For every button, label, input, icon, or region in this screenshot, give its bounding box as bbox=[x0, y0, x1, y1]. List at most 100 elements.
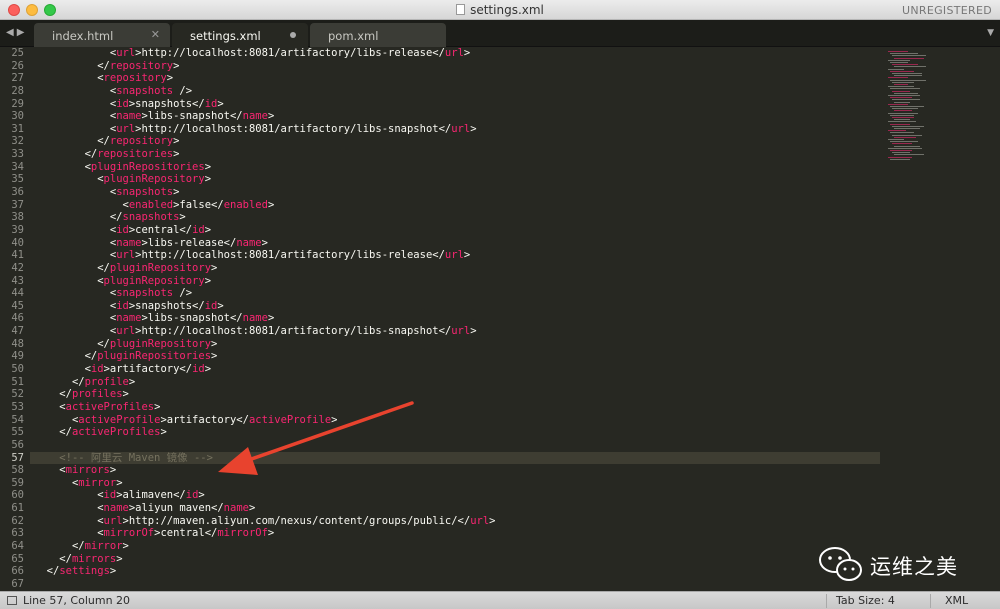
code-line[interactable]: <pluginRepository> bbox=[30, 173, 880, 186]
line-number: 29 bbox=[11, 97, 24, 110]
close-icon[interactable]: ✕ bbox=[151, 28, 160, 41]
minimap-line bbox=[888, 112, 918, 114]
minimap-line bbox=[892, 117, 914, 118]
code-line[interactable]: </pluginRepositories> bbox=[30, 350, 880, 363]
code-line[interactable]: </repository> bbox=[30, 135, 880, 148]
minimap-line bbox=[894, 110, 912, 112]
line-number: 38 bbox=[11, 211, 24, 224]
code-line[interactable]: <id>artifactory</id> bbox=[30, 363, 880, 376]
watermark-text: 运维之美 bbox=[870, 555, 958, 579]
code-line[interactable]: <mirrors> bbox=[30, 464, 880, 477]
code-line[interactable]: <id>snapshots</id> bbox=[30, 300, 880, 313]
code-line[interactable]: <mirrorOf>central</mirrorOf> bbox=[30, 527, 880, 540]
status-divider bbox=[930, 594, 931, 608]
line-number: 50 bbox=[11, 363, 24, 376]
code-line[interactable]: </activeProfiles> bbox=[30, 426, 880, 439]
code-line[interactable]: </pluginRepository> bbox=[30, 338, 880, 351]
code-line[interactable] bbox=[30, 439, 880, 452]
editor[interactable]: 25 26 27 28 29 30 31 32 33 34 35 36 37 38 39 40 41 42 43 44… bbox=[0, 47, 1000, 591]
minimap-line bbox=[888, 59, 910, 61]
line-number: 56 bbox=[11, 438, 24, 451]
tab-label: index.html bbox=[52, 29, 114, 43]
code-line[interactable]: <url>http://localhost:8081/artifactory/l… bbox=[30, 249, 880, 262]
minimap-line bbox=[888, 139, 904, 140]
code-line[interactable]: <snapshots /> bbox=[30, 287, 880, 300]
syntax-selector[interactable]: XML bbox=[945, 594, 968, 607]
panel-icon[interactable] bbox=[7, 596, 17, 605]
code-line[interactable]: <url>http://maven.aliyun.com/nexus/conte… bbox=[30, 515, 880, 528]
minimap-line bbox=[890, 141, 918, 143]
code-line[interactable]: <url>http://localhost:8081/artifactory/l… bbox=[30, 47, 880, 60]
code-line[interactable]: </repositories> bbox=[30, 148, 880, 161]
line-number: 48 bbox=[11, 337, 24, 350]
code-line[interactable]: </mirror> bbox=[30, 540, 880, 553]
line-number: 27 bbox=[11, 72, 24, 85]
code-line[interactable]: <url>http://localhost:8081/artifactory/l… bbox=[30, 325, 880, 338]
code-line[interactable]: <mirror> bbox=[30, 477, 880, 490]
cursor-position-text: Line 57, Column 20 bbox=[23, 594, 131, 607]
code-line[interactable]: <id>central</id> bbox=[30, 224, 880, 237]
code-area[interactable]: <url>http://localhost:8081/artifactory/l… bbox=[30, 47, 880, 591]
code-line[interactable]: <id>alimaven</id> bbox=[30, 489, 880, 502]
code-line[interactable]: <enabled>false</enabled> bbox=[30, 199, 880, 212]
code-line[interactable]: <id>snapshots</id> bbox=[30, 98, 880, 111]
line-number: 61 bbox=[11, 502, 24, 515]
registration-status: UNREGISTERED bbox=[902, 4, 992, 17]
code-line[interactable] bbox=[30, 578, 880, 591]
code-line[interactable]: </profile> bbox=[30, 376, 880, 389]
line-number: 51 bbox=[11, 375, 24, 388]
code-line[interactable]: </profiles> bbox=[30, 388, 880, 401]
code-line[interactable]: <name>libs-snapshot</name> bbox=[30, 110, 880, 123]
code-line[interactable]: <name>aliyun maven</name> bbox=[30, 502, 880, 515]
line-number: 30 bbox=[11, 110, 24, 123]
tab-pom-xml[interactable]: pom.xml bbox=[310, 23, 446, 47]
code-line[interactable]: <snapshots> bbox=[30, 186, 880, 199]
line-number: 40 bbox=[11, 236, 24, 249]
minimap-line bbox=[890, 158, 910, 160]
tab-settings-xml[interactable]: settings.xml bbox=[172, 23, 308, 47]
left-right-arrows-icon[interactable]: ◀▶ bbox=[6, 27, 27, 38]
code-line[interactable]: </snapshots> bbox=[30, 211, 880, 224]
minimap-line bbox=[890, 53, 918, 55]
minimap-line bbox=[892, 152, 910, 154]
code-line[interactable]: </repository> bbox=[30, 60, 880, 73]
minimap-line bbox=[890, 70, 914, 72]
code-line[interactable]: <snapshots /> bbox=[30, 85, 880, 98]
file-icon bbox=[456, 4, 466, 15]
line-number: 54 bbox=[11, 413, 24, 426]
chevron-down-icon[interactable]: ▼ bbox=[987, 28, 994, 38]
line-number: 34 bbox=[11, 160, 24, 173]
code-line[interactable]: <name>libs-release</name> bbox=[30, 237, 880, 250]
line-number: 59 bbox=[11, 476, 24, 489]
minimap-line bbox=[888, 77, 908, 79]
line-number: 32 bbox=[11, 135, 24, 148]
code-line[interactable]: <name>libs-snapshot</name> bbox=[30, 312, 880, 325]
tab-size-selector[interactable]: Tab Size: 4 bbox=[836, 594, 895, 607]
minimap-line bbox=[892, 73, 922, 74]
line-number: 66 bbox=[11, 565, 24, 578]
code-line[interactable]: </mirrors> bbox=[30, 553, 880, 566]
watermark: 运维之美 bbox=[818, 546, 978, 584]
minimap-line bbox=[890, 88, 920, 90]
line-number: 53 bbox=[11, 400, 24, 413]
modified-dot-icon[interactable] bbox=[290, 32, 296, 38]
code-line[interactable]: <!-- 阿里云 Maven 镜像 --> bbox=[30, 451, 880, 465]
code-line[interactable]: <url>http://localhost:8081/artifactory/l… bbox=[30, 123, 880, 136]
code-line[interactable]: <pluginRepository> bbox=[30, 275, 880, 288]
code-line[interactable]: <activeProfiles> bbox=[30, 401, 880, 414]
line-number: 47 bbox=[11, 325, 24, 338]
code-line[interactable]: <pluginRepositories> bbox=[30, 161, 880, 174]
line-number-gutter: 25 26 27 28 29 30 31 32 33 34 35 36 37 38 39 40 41 42 43 44… bbox=[0, 47, 30, 591]
minimap-line bbox=[890, 123, 910, 125]
line-number: 26 bbox=[11, 59, 24, 72]
tab-index-html[interactable]: index.html ✕ bbox=[34, 23, 170, 47]
code-line[interactable]: </settings> bbox=[30, 565, 880, 578]
line-number: 49 bbox=[11, 350, 24, 363]
minimap[interactable] bbox=[880, 47, 1000, 591]
line-number: 37 bbox=[11, 198, 24, 211]
minimap-line bbox=[894, 136, 916, 138]
code-line[interactable]: <repository> bbox=[30, 72, 880, 85]
code-line[interactable]: <activeProfile>artifactory</activeProfil… bbox=[30, 414, 880, 427]
code-line[interactable]: </pluginRepository> bbox=[30, 262, 880, 275]
tab-label: settings.xml bbox=[190, 29, 261, 43]
